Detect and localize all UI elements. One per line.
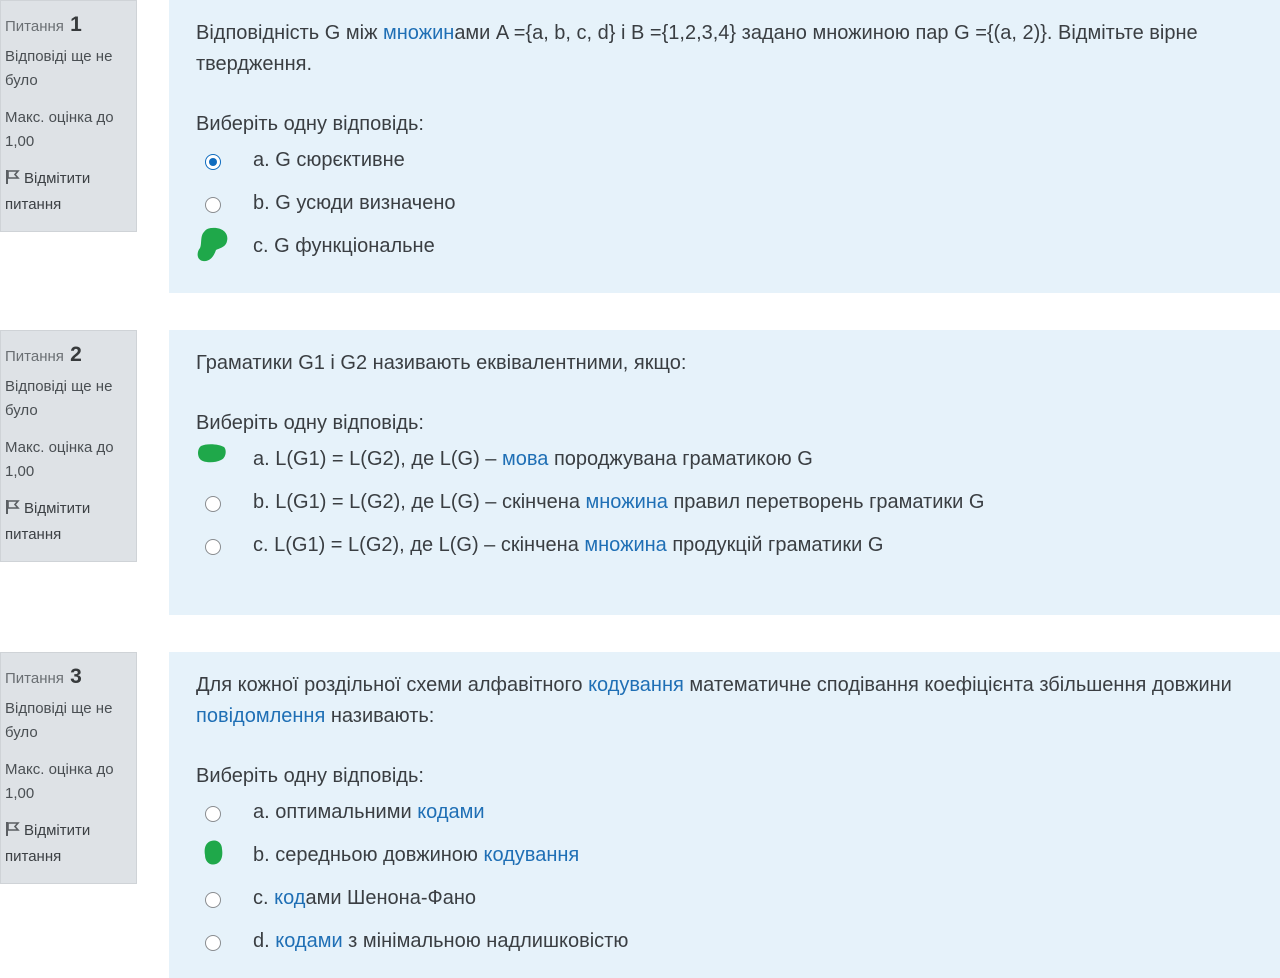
question-grade: Макс. оцінка до 1,00 [5, 439, 114, 480]
answer-label: a. G сюрєктивне [253, 149, 405, 171]
answer-list: a. L(G1) = L(G2), де L(G) – мова породжу… [196, 444, 1280, 574]
answer-option[interactable]: c. L(G1) = L(G2), де L(G) – скінчена мно… [196, 531, 1280, 574]
flag-question-link[interactable]: Відмітити питання [5, 167, 132, 217]
question-text: Для кожної роздільної схеми алфавітного … [196, 674, 1232, 727]
answer-label: a. оптимальними кодами [253, 801, 485, 823]
answer-prompt: Виберіть одну відповідь: [196, 412, 424, 434]
answer-option[interactable]: a. G сюрєктивне [196, 146, 1280, 189]
question-content: Граматики G1 і G2 називають еквівалентни… [169, 330, 1280, 615]
glossary-link[interactable]: кодування [588, 674, 684, 696]
glossary-link[interactable]: кодування [483, 844, 579, 866]
question-grade: Макс. оцінка до 1,00 [5, 761, 114, 802]
radio-button[interactable] [205, 935, 221, 951]
question-state: Відповіді ще не було [5, 48, 113, 89]
radio-button[interactable] [205, 496, 221, 512]
radio-button[interactable] [205, 154, 221, 170]
question-text: Відповідність G між множинами A ={a, b, … [196, 22, 1198, 75]
flag-icon [5, 821, 20, 845]
radio-button[interactable] [205, 806, 221, 822]
question-text: Граматики G1 і G2 називають еквівалентни… [196, 352, 687, 374]
answer-label: a. L(G1) = L(G2), де L(G) – мова породжу… [253, 448, 813, 470]
answer-list: a. G сюрєктивне b. G усюди визначено c. … [196, 146, 1280, 275]
glossary-link[interactable]: кодами [417, 801, 484, 823]
glossary-link[interactable]: код [274, 887, 305, 909]
answer-prompt: Виберіть одну відповідь: [196, 113, 424, 135]
radio-button[interactable] [205, 892, 221, 908]
question-state: Відповіді ще не було [5, 700, 113, 741]
glossary-link[interactable]: мова [502, 448, 548, 470]
question-content: Відповідність G між множинами A ={a, b, … [169, 0, 1280, 293]
answer-label: c. L(G1) = L(G2), де L(G) – скінчена мно… [253, 534, 884, 556]
green-marker-blob [197, 227, 228, 262]
answer-label: b. G усюди визначено [253, 192, 456, 214]
question-number: Питання 3 [5, 665, 82, 688]
answer-list: a. оптимальними кодами b. середньою довж… [196, 798, 1280, 970]
answer-label: d. кодами з мінімальною надлишковістю [253, 930, 629, 952]
question-number: Питання 2 [5, 343, 82, 366]
answer-label: b. середньою довжиною кодування [253, 844, 580, 866]
answer-label: c. кодами Шенона-Фано [253, 887, 476, 909]
question-state: Відповіді ще не було [5, 378, 113, 419]
glossary-link[interactable]: кодами [275, 930, 342, 952]
answer-label: b. L(G1) = L(G2), де L(G) – скінчена мно… [253, 491, 985, 513]
answer-option[interactable]: b. L(G1) = L(G2), де L(G) – скінчена мно… [196, 488, 1280, 531]
flag-icon [5, 169, 20, 193]
question-content: Для кожної роздільної схеми алфавітного … [169, 652, 1280, 978]
radio-button[interactable] [205, 197, 221, 213]
answer-option[interactable]: c. кодами Шенона-Фано [196, 884, 1280, 927]
answer-label: c. G функціональне [253, 235, 435, 257]
answer-option[interactable]: c. G функціональне [196, 227, 1280, 275]
answer-option[interactable]: a. оптимальними кодами [196, 798, 1280, 841]
answer-option[interactable]: b. G усюди визначено [196, 189, 1280, 232]
answer-option[interactable]: b. середньою довжиною кодування [196, 840, 1280, 884]
answer-option[interactable]: d. кодами з мінімальною надлишковістю [196, 927, 1280, 970]
answer-prompt: Виберіть одну відповідь: [196, 765, 424, 787]
glossary-link[interactable]: множина [586, 491, 668, 513]
question-info: Питання 3 Відповіді ще не було Макс. оці… [0, 652, 137, 884]
flag-question-link[interactable]: Відмітити питання [5, 819, 132, 869]
question-info: Питання 1 Відповіді ще не було Макс. оці… [0, 0, 137, 232]
glossary-link[interactable]: множина [584, 534, 666, 556]
radio-button[interactable] [205, 539, 221, 555]
green-marker-blob [198, 444, 226, 463]
flag-icon [5, 499, 20, 523]
question-info: Питання 2 Відповіді ще не було Макс. оці… [0, 330, 137, 562]
question-grade: Макс. оцінка до 1,00 [5, 109, 114, 150]
flag-question-link[interactable]: Відмітити питання [5, 497, 132, 547]
answer-option[interactable]: a. L(G1) = L(G2), де L(G) – мова породжу… [196, 444, 1280, 488]
question-number: Питання 1 [5, 13, 82, 36]
green-marker-blob [204, 840, 223, 865]
glossary-link[interactable]: повідомлення [196, 705, 325, 727]
glossary-link[interactable]: множин [383, 22, 454, 44]
